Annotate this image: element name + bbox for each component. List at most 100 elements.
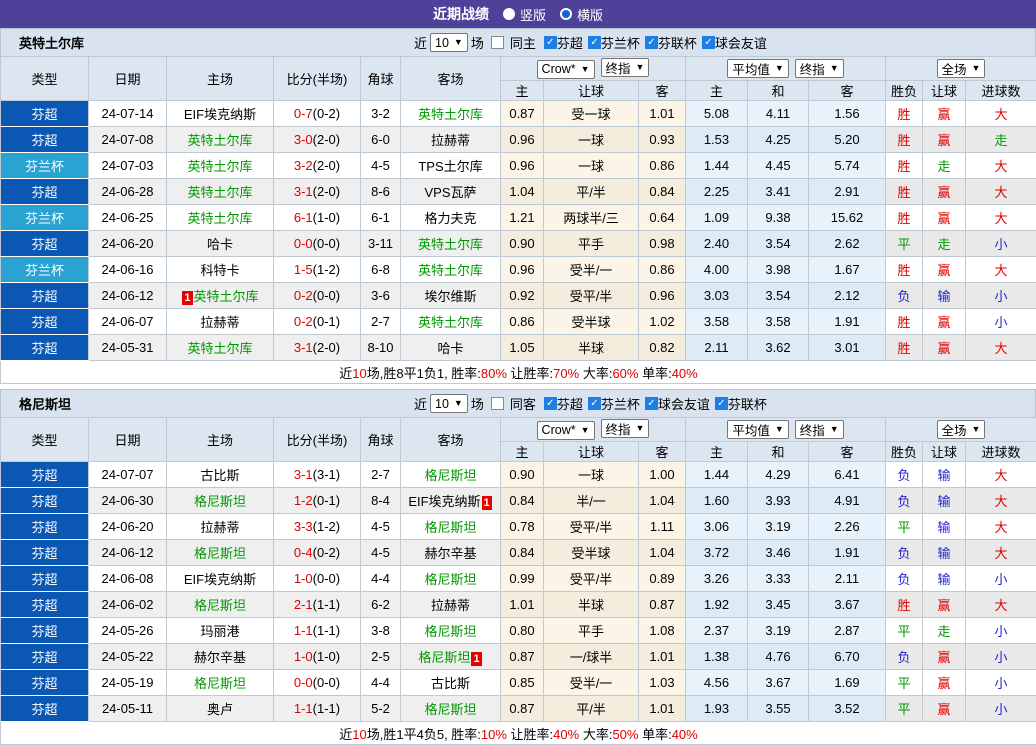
result-outcome: 胜 xyxy=(886,101,923,127)
summary-part: 10 xyxy=(352,727,366,742)
league-filter-checkbox[interactable]: ✓ xyxy=(588,36,601,49)
result-outcome: 负 xyxy=(886,540,923,566)
match-row: 芬超24-06-20哈卡0-0(0-0)3-11英特土尔库0.90平手0.982… xyxy=(1,231,1036,257)
away-team-name[interactable]: 格力夫克 xyxy=(424,211,476,226)
bookmaker-value: Crow* xyxy=(542,423,576,437)
away-team-name[interactable]: 英特土尔库 xyxy=(418,315,483,330)
home-team-name[interactable]: 玛丽港 xyxy=(200,624,239,639)
odds-handicap: 受半球 xyxy=(544,540,639,566)
away-team-cell: 拉赫蒂 xyxy=(401,592,501,618)
home-team-name[interactable]: 古比斯 xyxy=(200,468,239,483)
scope-select-group: 全场▼ xyxy=(886,418,1036,442)
home-team-name[interactable]: 赫尔辛基 xyxy=(194,650,246,665)
away-team-name[interactable]: 埃尔维斯 xyxy=(424,289,476,304)
games-count-select[interactable]: 10▼ xyxy=(430,33,468,52)
same-venue-checkbox[interactable] xyxy=(491,397,504,410)
home-team-name[interactable]: 科特卡 xyxy=(200,263,239,278)
average-select[interactable]: 平均值▼ xyxy=(727,420,788,439)
away-team-name[interactable]: 英特土尔库 xyxy=(418,107,483,122)
away-team-name[interactable]: VPS瓦萨 xyxy=(424,185,476,200)
bookmaker-select[interactable]: Crow*▼ xyxy=(537,421,595,440)
home-team-name[interactable]: 格尼斯坦 xyxy=(194,598,246,613)
odds-away: 0.82 xyxy=(639,335,686,361)
away-team-name[interactable]: 格尼斯坦 xyxy=(424,468,476,483)
away-team-name[interactable]: EIF埃克纳斯 xyxy=(408,494,480,509)
odds-home: 0.78 xyxy=(501,514,544,540)
match-date: 24-06-25 xyxy=(89,205,167,231)
radio-horizontal-icon[interactable] xyxy=(560,8,572,20)
odds-handicap: 受一球 xyxy=(544,101,639,127)
result-goals: 大 xyxy=(966,488,1036,514)
final-europe-select[interactable]: 终指▼ xyxy=(795,59,844,78)
home-team-name[interactable]: 英特土尔库 xyxy=(187,133,252,148)
away-team-name[interactable]: TPS土尔库 xyxy=(418,159,482,174)
away-team-name[interactable]: 拉赫蒂 xyxy=(431,133,470,148)
home-team-name[interactable]: 拉赫蒂 xyxy=(200,520,239,535)
scope-select[interactable]: 全场▼ xyxy=(937,59,986,78)
games-count-select[interactable]: 10▼ xyxy=(430,394,468,413)
avg-away: 1.56 xyxy=(809,101,886,127)
result-handicap: 赢 xyxy=(923,592,966,618)
away-team-name[interactable]: 格尼斯坦 xyxy=(424,572,476,587)
home-team-name[interactable]: 拉赫蒂 xyxy=(200,315,239,330)
layout-option-horizontal[interactable]: 横版 xyxy=(560,5,603,24)
home-team-name[interactable]: 英特土尔库 xyxy=(187,211,252,226)
col-score: 比分(半场) xyxy=(274,418,361,462)
home-team-name[interactable]: EIF埃克纳斯 xyxy=(184,107,256,122)
league-filter-checkbox[interactable]: ✓ xyxy=(702,36,715,49)
result-handicap: 赢 xyxy=(923,309,966,335)
league-filter-checkbox[interactable]: ✓ xyxy=(715,397,728,410)
home-team-cell: EIF埃克纳斯 xyxy=(167,566,274,592)
fulltime-score: 1-1 xyxy=(294,701,313,716)
home-team-name[interactable]: 格尼斯坦 xyxy=(194,494,246,509)
away-team-name[interactable]: 格尼斯坦 xyxy=(424,702,476,717)
score-cell: 0-4(0-2) xyxy=(274,540,361,566)
away-team-name[interactable]: 格尼斯坦 xyxy=(424,624,476,639)
home-team-name[interactable]: 英特土尔库 xyxy=(187,185,252,200)
fulltime-score: 1-1 xyxy=(294,623,313,638)
home-team-name[interactable]: 哈卡 xyxy=(207,237,233,252)
away-team-name[interactable]: 赫尔辛基 xyxy=(424,546,476,561)
scope-select[interactable]: 全场▼ xyxy=(937,420,986,439)
avg-away: 5.20 xyxy=(809,127,886,153)
home-team-name[interactable]: 英特土尔库 xyxy=(187,159,252,174)
odds-away: 0.64 xyxy=(639,205,686,231)
league-filter-checkbox[interactable]: ✓ xyxy=(588,397,601,410)
league-filter-checkbox[interactable]: ✓ xyxy=(544,397,557,410)
avg-away: 2.62 xyxy=(809,231,886,257)
final-europe-select[interactable]: 终指▼ xyxy=(795,420,844,439)
odds-home: 1.05 xyxy=(501,335,544,361)
away-team-name[interactable]: 哈卡 xyxy=(437,341,463,356)
away-team-name[interactable]: 英特土尔库 xyxy=(418,263,483,278)
league-filter-checkbox[interactable]: ✓ xyxy=(544,36,557,49)
odds-select-group: Crow*▼ 终指▼ xyxy=(501,418,686,442)
same-venue-checkbox[interactable] xyxy=(491,36,504,49)
league-filter-checkbox[interactable]: ✓ xyxy=(645,397,658,410)
home-team-name[interactable]: 英特土尔库 xyxy=(194,289,259,304)
bookmaker-select[interactable]: Crow*▼ xyxy=(537,60,595,79)
league-filter-checkbox[interactable]: ✓ xyxy=(645,36,658,49)
layout-option-vertical[interactable]: 竖版 xyxy=(503,5,546,24)
away-team-name[interactable]: 格尼斯坦 xyxy=(418,650,470,665)
home-team-name[interactable]: 奥卢 xyxy=(207,702,233,717)
radio-vertical-icon[interactable] xyxy=(503,8,515,20)
away-team-name[interactable]: 拉赫蒂 xyxy=(431,598,470,613)
chevron-down-icon: ▼ xyxy=(581,65,590,74)
chevron-down-icon: ▼ xyxy=(830,425,839,434)
average-select[interactable]: 平均值▼ xyxy=(727,59,788,78)
odds-home: 0.86 xyxy=(501,309,544,335)
home-team-name[interactable]: 英特土尔库 xyxy=(187,341,252,356)
home-team-name[interactable]: 格尼斯坦 xyxy=(194,676,246,691)
chevron-down-icon: ▼ xyxy=(454,399,463,408)
average-select-group: 平均值▼ 终指▼ xyxy=(686,57,886,81)
league-type-badge: 芬超 xyxy=(1,488,89,514)
away-team-name[interactable]: 英特土尔库 xyxy=(418,237,483,252)
home-team-name[interactable]: EIF埃克纳斯 xyxy=(184,572,256,587)
away-team-name[interactable]: 古比斯 xyxy=(431,676,470,691)
final-odds-select[interactable]: 终指▼ xyxy=(601,419,650,438)
away-team-name[interactable]: 格尼斯坦 xyxy=(424,520,476,535)
home-team-name[interactable]: 格尼斯坦 xyxy=(194,546,246,561)
final-odds-select[interactable]: 终指▼ xyxy=(601,58,650,77)
result-handicap: 输 xyxy=(923,514,966,540)
match-date: 24-06-20 xyxy=(89,514,167,540)
